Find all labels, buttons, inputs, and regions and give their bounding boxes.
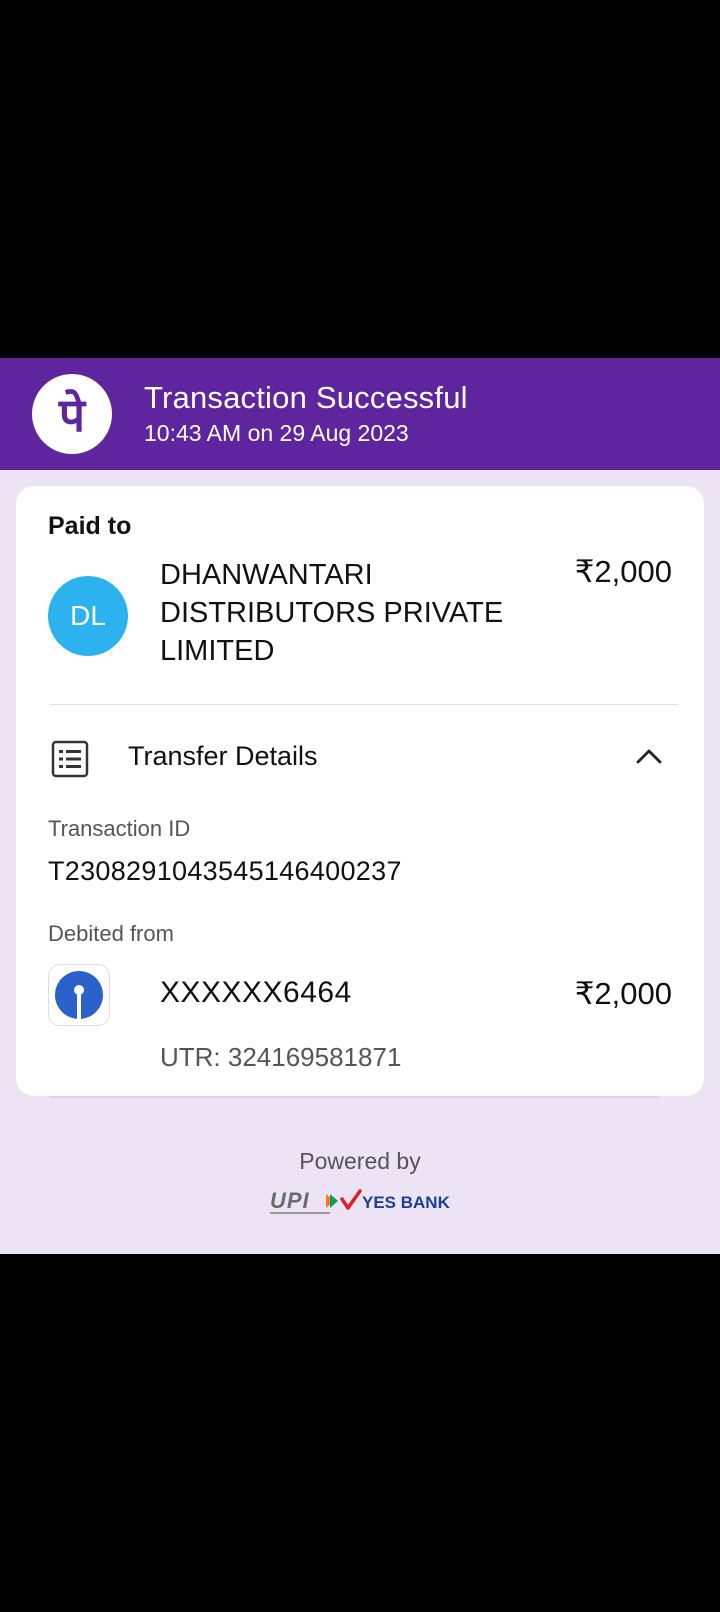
upi-logo-icon: UPI <box>270 1188 338 1214</box>
phonepe-logo-glyph: पे <box>58 388 86 442</box>
status-title: Transaction Successful <box>144 380 468 415</box>
paid-amount: ₹2,000 <box>574 554 672 589</box>
phonepe-logo-icon: पे <box>32 374 112 454</box>
transfer-details-toggle[interactable]: Transfer Details <box>128 741 318 772</box>
transaction-id-value[interactable]: T2308291043545146400237 <box>48 856 402 887</box>
screen: { "header": { "title": "Transaction Succ… <box>0 0 720 1612</box>
svg-text:UPI: UPI <box>270 1188 310 1213</box>
divider <box>50 704 678 705</box>
card-shadow-line <box>50 1096 660 1098</box>
success-header: पे Transaction Successful 10:43 AM on 29… <box>0 358 720 470</box>
transaction-card: Paid to DL DHANWANTARI DISTRIBUTORS PRIV… <box>16 486 704 1096</box>
partner-logos: UPI YES BANK <box>268 1186 454 1218</box>
utr-number[interactable]: UTR: 324169581871 <box>160 1042 401 1073</box>
sbi-bank-icon <box>48 964 110 1026</box>
account-number: XXXXXX6464 <box>160 976 352 1009</box>
yes-bank-logo-icon: YES BANK <box>340 1189 451 1212</box>
payee-name: DHANWANTARI DISTRIBUTORS PRIVATE LIMITED <box>160 559 504 667</box>
transaction-receipt: पे Transaction Successful 10:43 AM on 29… <box>0 358 720 1254</box>
receipt-list-icon <box>50 740 90 778</box>
svg-text:YES BANK: YES BANK <box>362 1193 451 1212</box>
debited-amount: ₹2,000 <box>574 976 672 1011</box>
transaction-id-label: Transaction ID <box>48 816 191 841</box>
chevron-up-icon[interactable] <box>636 748 662 764</box>
payee-initials: DL <box>70 600 106 631</box>
payee-avatar: DL <box>48 576 128 656</box>
transaction-timestamp: 10:43 AM on 29 Aug 2023 <box>144 420 409 446</box>
powered-by-label: Powered by <box>299 1148 421 1174</box>
paid-to-label: Paid to <box>48 512 132 540</box>
debited-from-label: Debited from <box>48 921 174 946</box>
